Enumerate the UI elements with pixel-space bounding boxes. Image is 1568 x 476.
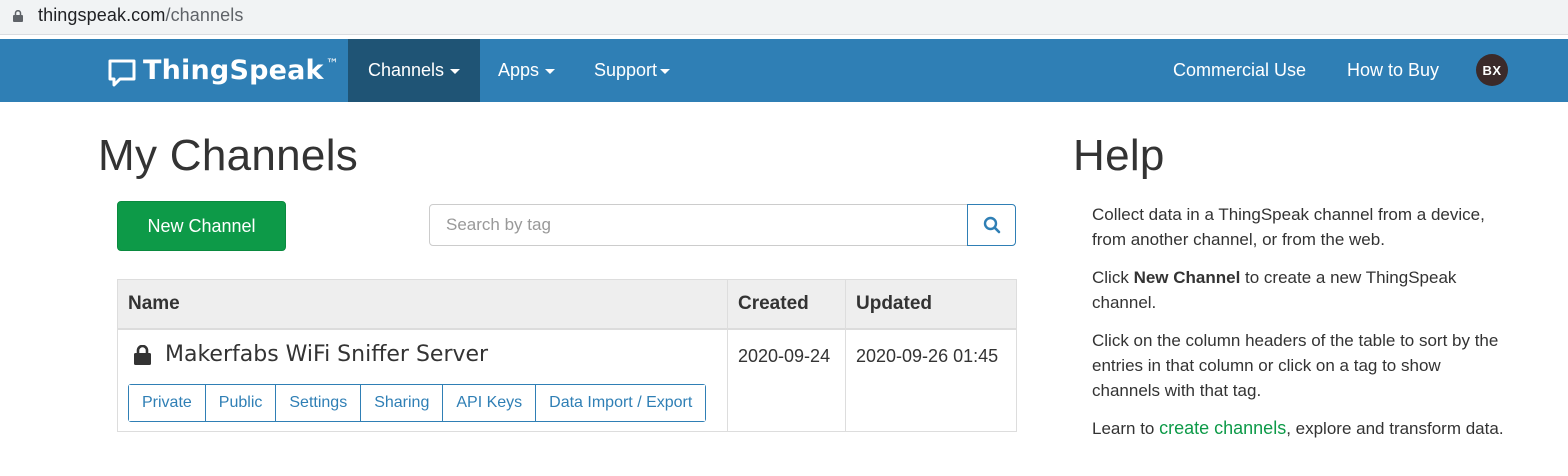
column-header-name[interactable]: Name bbox=[118, 280, 728, 328]
data-import-export-button[interactable]: Data Import / Export bbox=[536, 385, 706, 421]
help-text: Click bbox=[1092, 268, 1134, 287]
help-paragraph: Click on the column headers of the table… bbox=[1092, 331, 1499, 400]
help-panel: Collect data in a ThingSpeak channel fro… bbox=[1092, 202, 1512, 454]
nav-support-label: Support bbox=[594, 60, 658, 80]
nav-how-to-buy-label: How to Buy bbox=[1347, 60, 1440, 80]
nav-channels-menu[interactable]: Channels bbox=[348, 39, 480, 102]
search-icon bbox=[983, 216, 1000, 234]
nav-channels-label: Channels bbox=[367, 60, 445, 80]
search-by-tag-input[interactable] bbox=[429, 204, 968, 246]
top-navbar: ThingSpeak ™ Channels Apps Support Commer… bbox=[0, 39, 1568, 102]
help-text: Learn to bbox=[1092, 419, 1160, 438]
settings-button[interactable]: Settings bbox=[276, 385, 362, 421]
new-channel-button[interactable]: New Channel bbox=[117, 201, 286, 251]
channel-name-link[interactable]: Makerfabs WiFi Sniffer Server bbox=[165, 342, 488, 367]
help-paragraph: Learn to create channels, explore and tr… bbox=[1092, 416, 1512, 441]
column-divider bbox=[845, 280, 846, 431]
url-text[interactable]: thingspeak.com/channels bbox=[38, 5, 243, 26]
trademark-symbol: ™ bbox=[325, 57, 339, 72]
brand-name: ThingSpeak bbox=[143, 55, 324, 86]
column-header-created[interactable]: Created bbox=[728, 280, 846, 328]
browser-address-bar[interactable]: thingspeak.com/channels bbox=[0, 0, 1568, 35]
nav-how-to-buy[interactable]: How to Buy bbox=[1347, 39, 1439, 102]
caret-down-icon bbox=[545, 69, 556, 74]
table-row: Makerfabs WiFi Sniffer Server bbox=[134, 342, 488, 367]
public-view-button[interactable]: Public bbox=[205, 385, 277, 421]
channel-updated-date: 2020-09-26 01:45 bbox=[856, 346, 999, 366]
nav-commercial-use-label: Commercial Use bbox=[1173, 60, 1307, 80]
private-view-button[interactable]: Private bbox=[129, 385, 206, 421]
caret-down-icon bbox=[450, 69, 461, 74]
api-keys-button[interactable]: API Keys bbox=[443, 385, 537, 421]
channels-table: Name Created Updated Makerfabs WiFi Snif… bbox=[117, 279, 1017, 432]
lock-icon bbox=[134, 344, 151, 365]
nav-apps-label: Apps bbox=[498, 60, 540, 80]
help-paragraph: Click New Channel to create a new ThingS… bbox=[1092, 265, 1512, 315]
user-avatar[interactable]: BX bbox=[1476, 54, 1508, 86]
table-header-row: Name Created Updated bbox=[118, 280, 1016, 330]
help-paragraph: Collect data in a ThingSpeak channel fro… bbox=[1092, 205, 1485, 249]
url-path: /channels bbox=[165, 5, 244, 25]
channel-created-date: 2020-09-24 bbox=[738, 346, 831, 366]
help-bold-text: New Channel bbox=[1133, 268, 1241, 287]
lock-icon bbox=[13, 10, 23, 22]
column-divider bbox=[727, 280, 728, 431]
help-title: Help bbox=[1073, 131, 1165, 180]
url-host: thingspeak.com bbox=[38, 5, 166, 25]
search-button[interactable] bbox=[967, 204, 1016, 246]
page-title: My Channels bbox=[98, 131, 359, 180]
nav-apps-menu[interactable]: Apps bbox=[498, 39, 556, 102]
caret-down-icon bbox=[660, 69, 671, 74]
nav-commercial-use[interactable]: Commercial Use bbox=[1173, 39, 1306, 102]
brand-logo[interactable]: ThingSpeak ™ bbox=[107, 39, 339, 102]
help-text: , explore and transform data. bbox=[1286, 419, 1504, 438]
nav-support-menu[interactable]: Support bbox=[594, 39, 671, 102]
channel-actions-group: Private Public Settings Sharing API Keys… bbox=[128, 384, 707, 422]
create-channels-link[interactable]: create channels bbox=[1159, 418, 1286, 438]
sharing-button[interactable]: Sharing bbox=[361, 385, 444, 421]
column-header-updated[interactable]: Updated bbox=[846, 280, 1016, 328]
speech-bubble-icon bbox=[108, 59, 136, 86]
